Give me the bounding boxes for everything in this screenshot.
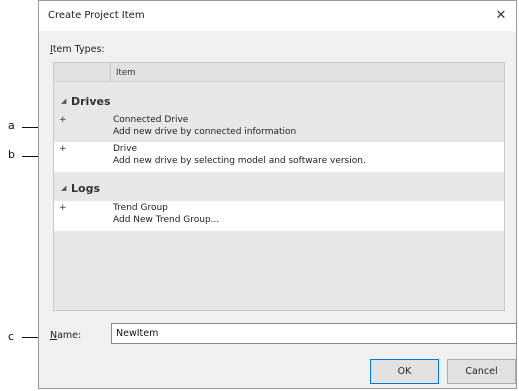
name-input[interactable] <box>111 323 517 344</box>
callout-c: c <box>8 330 15 343</box>
dialog-title: Create Project Item <box>48 10 145 21</box>
group-name-drives: Drives <box>71 95 111 108</box>
list-item-trend-group[interactable]: + Trend Group Add New Trend Group... <box>54 201 504 231</box>
ok-button[interactable]: OK <box>370 359 439 384</box>
group-name-logs: Logs <box>71 182 100 195</box>
list-item-connected-drive[interactable]: + Connected Drive Add new drive by conne… <box>54 113 504 143</box>
item-types-list[interactable]: Item ◢ Drives + Connected Drive Add new … <box>53 62 505 311</box>
callout-b: b <box>8 148 15 161</box>
column-header-item: Item <box>116 68 136 78</box>
item-name: Trend Group <box>113 203 168 213</box>
list-item-drive[interactable]: + Drive Add new drive by selecting model… <box>54 142 504 172</box>
collapse-triangle-icon[interactable]: ◢ <box>61 184 66 192</box>
column-separator[interactable] <box>110 63 111 81</box>
plus-icon: + <box>59 203 67 213</box>
item-name: Drive <box>113 144 137 154</box>
list-column-header[interactable]: Item <box>54 63 504 82</box>
name-label-text: ame: <box>57 330 82 341</box>
close-icon[interactable]: ✕ <box>492 7 510 25</box>
plus-icon: + <box>59 115 67 125</box>
create-project-item-dialog: Create Project Item ✕ Item Types: Item ◢… <box>38 0 517 389</box>
item-description: Add new drive by connected information <box>113 127 297 137</box>
cancel-button[interactable]: Cancel <box>447 359 516 384</box>
group-logs[interactable]: ◢ Logs <box>54 178 504 198</box>
name-label: Name: <box>50 330 81 341</box>
item-types-label-text: tem Types: <box>52 44 105 55</box>
item-description: Add New Trend Group... <box>113 215 220 225</box>
title-bar: Create Project Item ✕ <box>39 1 516 31</box>
item-description: Add new drive by selecting model and sof… <box>113 156 366 166</box>
item-types-label: Item Types: <box>50 44 105 55</box>
callout-a: a <box>8 119 15 132</box>
item-name: Connected Drive <box>113 115 189 125</box>
group-drives[interactable]: ◢ Drives <box>54 91 504 111</box>
collapse-triangle-icon[interactable]: ◢ <box>61 97 66 105</box>
plus-icon: + <box>59 144 67 154</box>
